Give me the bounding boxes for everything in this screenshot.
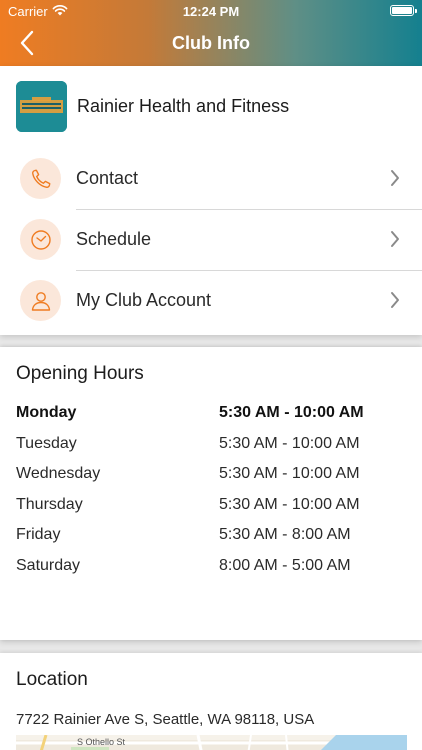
menu-item-my-club-account[interactable]: My Club Account bbox=[0, 271, 422, 332]
navigation-header: Carrier 12:24 PM Club Info bbox=[0, 0, 422, 66]
hours-time: 5:30 AM - 10:00 AM bbox=[219, 465, 360, 482]
menu-item-contact[interactable]: Contact bbox=[0, 149, 422, 210]
hours-day: Wednesday bbox=[16, 465, 101, 482]
page-title: Club Info bbox=[172, 33, 250, 53]
location-title: Location bbox=[16, 669, 88, 690]
location-card: Location 7722 Rainier Ave S, Seattle, WA… bbox=[0, 653, 422, 750]
club-logo bbox=[16, 81, 67, 132]
menu-item-label: My Club Account bbox=[76, 290, 212, 310]
hours-row: Wednesday 5:30 AM - 10:00 AM bbox=[0, 465, 422, 495]
location-address: 7722 Rainier Ave S, Seattle, WA 98118, U… bbox=[16, 711, 315, 728]
hours-time: 5:30 AM - 10:00 AM bbox=[219, 404, 364, 421]
menu-item-schedule[interactable]: Schedule bbox=[0, 210, 422, 271]
opening-hours-card: Opening Hours Monday 5:30 AM - 10:00 AM … bbox=[0, 347, 422, 640]
status-time: 12:24 PM bbox=[182, 4, 240, 19]
hours-day: Tuesday bbox=[16, 435, 77, 452]
status-bar: Carrier 12:24 PM bbox=[0, 0, 422, 22]
hours-day: Monday bbox=[16, 404, 77, 421]
location-map[interactable]: S Othello St bbox=[16, 735, 407, 750]
clock-icon bbox=[30, 229, 51, 250]
hours-row: Tuesday 5:30 AM - 10:00 AM bbox=[0, 435, 422, 465]
hours-time: 5:30 AM - 8:00 AM bbox=[219, 526, 351, 543]
opening-hours-title: Opening Hours bbox=[16, 363, 144, 384]
user-icon bbox=[31, 291, 50, 311]
hours-day: Friday bbox=[16, 526, 61, 543]
phone-icon bbox=[31, 169, 50, 188]
hours-day: Saturday bbox=[16, 557, 81, 574]
hours-row: Thursday 5:30 AM - 10:00 AM bbox=[0, 496, 422, 526]
club-card: Rainier Health and Fitness Contact Sched… bbox=[0, 66, 422, 335]
chevron-right-icon bbox=[391, 170, 399, 186]
hours-time: 5:30 AM - 10:00 AM bbox=[219, 435, 360, 452]
map-graphic bbox=[16, 735, 407, 750]
hours-time: 8:00 AM - 5:00 AM bbox=[219, 557, 351, 574]
menu-item-label: Schedule bbox=[76, 229, 152, 249]
hours-row: Friday 5:30 AM - 8:00 AM bbox=[0, 526, 422, 556]
chevron-right-icon bbox=[391, 231, 399, 247]
chevron-right-icon bbox=[391, 292, 399, 308]
menu-item-label: Contact bbox=[76, 168, 139, 188]
battery-icon bbox=[390, 5, 417, 16]
hours-time: 5:30 AM - 10:00 AM bbox=[219, 496, 360, 513]
hours-row: Monday 5:30 AM - 10:00 AM bbox=[0, 404, 422, 434]
map-street-label: S Othello St bbox=[77, 737, 126, 747]
hours-row: Saturday 8:00 AM - 5:00 AM bbox=[0, 557, 422, 587]
club-name: Rainier Health and Fitness bbox=[77, 96, 290, 116]
hours-day: Thursday bbox=[16, 496, 83, 513]
